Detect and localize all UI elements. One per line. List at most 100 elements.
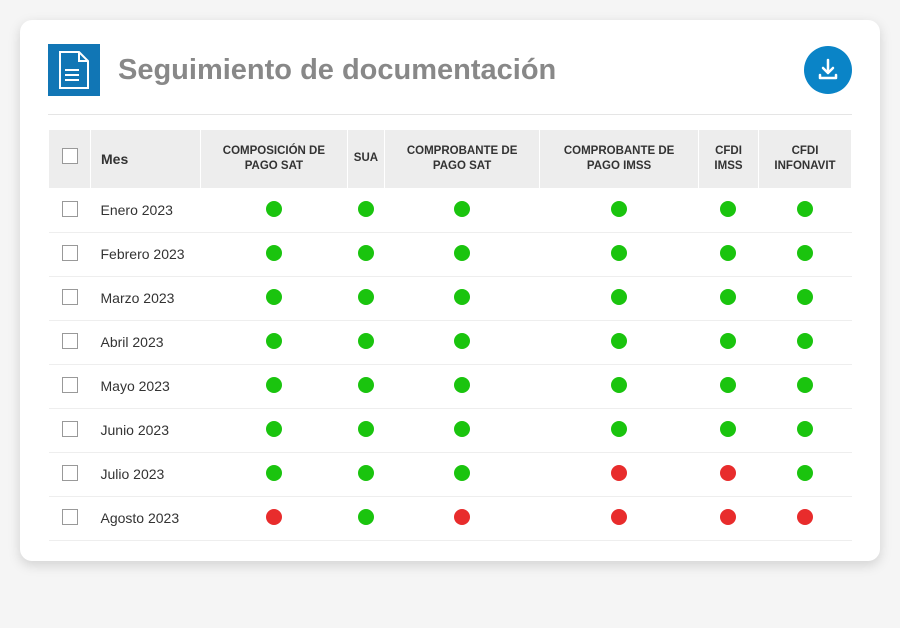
row-checkbox[interactable] [62,465,78,481]
status-dot-green [720,201,736,217]
row-checkbox-cell [49,452,91,496]
status-dot-green [358,421,374,437]
status-dot-green [266,465,282,481]
status-dot-green [720,377,736,393]
status-dot-green [266,377,282,393]
status-dot-green [720,289,736,305]
status-cell [540,496,699,540]
status-cell [758,188,851,232]
status-cell [385,188,540,232]
row-checkbox-cell [49,496,91,540]
status-cell [201,276,348,320]
status-dot-green [611,201,627,217]
status-dot-green [266,201,282,217]
card-header: Seguimiento de documentación [48,44,852,96]
header-mes: Mes [91,130,201,189]
status-dot-green [797,201,813,217]
status-cell [540,188,699,232]
row-checkbox-cell [49,408,91,452]
status-cell [201,452,348,496]
status-cell [201,232,348,276]
row-mes-label: Junio 2023 [91,408,201,452]
status-cell [758,232,851,276]
status-cell [385,320,540,364]
status-cell [201,188,348,232]
status-dot-green [797,333,813,349]
row-checkbox-cell [49,320,91,364]
table-row: Junio 2023 [49,408,852,452]
row-mes-label: Mayo 2023 [91,364,201,408]
status-dot-green [358,289,374,305]
status-dot-green [266,289,282,305]
status-dot-red [611,509,627,525]
row-checkbox[interactable] [62,245,78,261]
row-checkbox-cell [49,276,91,320]
status-cell [347,364,384,408]
row-mes-label: Agosto 2023 [91,496,201,540]
status-cell [540,276,699,320]
status-dot-green [266,245,282,261]
status-dot-green [797,465,813,481]
status-dot-green [358,377,374,393]
status-cell [699,276,759,320]
status-cell [201,364,348,408]
status-dot-green [266,421,282,437]
header-left: Seguimiento de documentación [48,44,556,96]
status-cell [201,320,348,364]
status-cell [758,496,851,540]
row-mes-label: Julio 2023 [91,452,201,496]
status-dot-green [797,245,813,261]
row-checkbox[interactable] [62,377,78,393]
status-cell [347,320,384,364]
table-row: Marzo 2023 [49,276,852,320]
table-row: Abril 2023 [49,320,852,364]
status-cell [201,408,348,452]
status-dot-green [358,245,374,261]
row-checkbox[interactable] [62,509,78,525]
status-dot-green [797,377,813,393]
row-mes-label: Marzo 2023 [91,276,201,320]
status-cell [699,452,759,496]
status-cell [385,496,540,540]
header-comprobante-pago-sat: COMPROBANTE DE PAGO SAT [385,130,540,189]
row-mes-label: Enero 2023 [91,188,201,232]
status-cell [540,364,699,408]
row-checkbox[interactable] [62,201,78,217]
row-checkbox[interactable] [62,333,78,349]
status-dot-red [266,509,282,525]
page-title: Seguimiento de documentación [118,54,556,87]
table-row: Febrero 2023 [49,232,852,276]
status-cell [758,364,851,408]
status-dot-green [454,245,470,261]
divider [48,114,852,115]
row-checkbox[interactable] [62,289,78,305]
table-row: Agosto 2023 [49,496,852,540]
row-checkbox-cell [49,232,91,276]
status-cell [347,408,384,452]
status-dot-green [454,377,470,393]
status-cell [699,408,759,452]
row-checkbox[interactable] [62,421,78,437]
select-all-checkbox[interactable] [62,148,78,164]
status-dot-green [611,333,627,349]
status-cell [699,232,759,276]
status-dot-green [797,289,813,305]
status-dot-green [611,289,627,305]
status-cell [758,320,851,364]
status-dot-green [266,333,282,349]
status-dot-green [611,245,627,261]
status-cell [385,364,540,408]
status-dot-green [454,421,470,437]
status-cell [699,496,759,540]
row-mes-label: Febrero 2023 [91,232,201,276]
document-icon [48,44,100,96]
status-cell [347,188,384,232]
header-comprobante-pago-imss: COMPROBANTE DE PAGO IMSS [540,130,699,189]
status-dot-green [454,201,470,217]
header-cfdi-infonavit: CFDI INFONAVIT [758,130,851,189]
download-button[interactable] [804,46,852,94]
status-dot-green [454,289,470,305]
status-cell [540,320,699,364]
status-dot-red [611,465,627,481]
status-cell [758,276,851,320]
